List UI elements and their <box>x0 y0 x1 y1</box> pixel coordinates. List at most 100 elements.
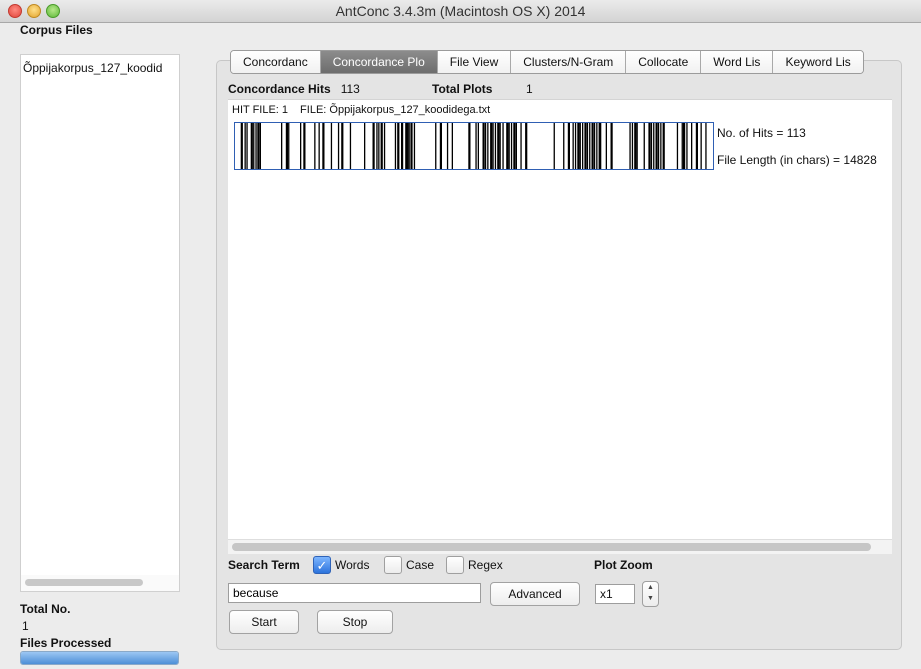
hit-mark[interactable] <box>407 123 409 169</box>
hit-mark[interactable] <box>439 123 442 169</box>
hit-mark[interactable] <box>410 123 413 169</box>
tab-clusters-ngram[interactable]: Clusters/N-Gram <box>511 51 627 73</box>
hit-mark[interactable] <box>376 123 378 169</box>
case-checkbox[interactable]: Case <box>384 556 434 574</box>
hit-mark[interactable] <box>584 123 587 169</box>
hit-mark[interactable] <box>686 123 688 169</box>
hit-plot-strip[interactable] <box>234 122 714 170</box>
corpus-file-item[interactable]: Õppijakorpus_127_koodid <box>21 55 179 75</box>
hit-mark[interactable] <box>314 123 316 169</box>
hit-mark[interactable] <box>490 123 493 169</box>
hit-mark[interactable] <box>705 123 707 169</box>
hit-mark[interactable] <box>629 123 631 169</box>
hit-mark[interactable] <box>572 123 574 169</box>
stepper-down-icon[interactable]: ▼ <box>643 593 658 604</box>
hit-mark[interactable] <box>683 123 686 169</box>
hit-mark[interactable] <box>605 123 607 169</box>
hit-mark[interactable] <box>525 123 528 169</box>
hit-mark[interactable] <box>634 123 637 169</box>
plot-scroll-thumb[interactable] <box>232 543 871 551</box>
hit-mark[interactable] <box>349 123 352 169</box>
case-check-icon[interactable] <box>384 556 402 574</box>
hit-mark[interactable] <box>468 123 471 169</box>
hit-mark[interactable] <box>499 123 501 169</box>
hit-mark[interactable] <box>681 123 683 169</box>
hit-mark[interactable] <box>285 123 288 169</box>
hit-mark[interactable] <box>596 123 598 169</box>
hit-mark[interactable] <box>487 123 489 169</box>
hit-mark[interactable] <box>435 123 437 169</box>
hit-mark[interactable] <box>322 123 325 169</box>
hit-mark[interactable] <box>240 123 243 169</box>
hit-mark[interactable] <box>413 123 416 169</box>
hit-mark[interactable] <box>563 123 565 169</box>
hit-mark[interactable] <box>513 123 516 169</box>
hit-mark[interactable] <box>259 123 261 169</box>
hit-mark[interactable] <box>497 123 500 169</box>
hit-mark[interactable] <box>610 123 613 169</box>
hit-mark[interactable] <box>636 123 638 169</box>
hit-mark[interactable] <box>520 123 522 169</box>
plot-horizontal-scrollbar[interactable] <box>228 539 892 554</box>
hit-mark[interactable] <box>380 123 383 169</box>
hit-mark[interactable] <box>574 123 577 169</box>
hit-mark[interactable] <box>492 123 494 169</box>
hit-mark[interactable] <box>593 123 596 169</box>
hit-mark[interactable] <box>579 123 581 169</box>
hit-mark[interactable] <box>405 123 408 169</box>
corpus-files-scroll-thumb[interactable] <box>25 579 143 586</box>
hit-mark[interactable] <box>506 123 509 169</box>
hit-mark[interactable] <box>660 123 662 169</box>
hit-mark[interactable] <box>589 123 591 169</box>
hit-mark[interactable] <box>700 123 702 169</box>
plot-zoom-stepper[interactable]: ▲ ▼ <box>642 581 659 607</box>
hit-mark[interactable] <box>695 123 698 169</box>
hit-mark[interactable] <box>508 123 510 169</box>
hit-mark[interactable] <box>288 123 290 169</box>
plot-zoom-field[interactable]: x1 <box>595 584 635 604</box>
tab-word-list[interactable]: Word Lis <box>701 51 774 73</box>
hit-mark[interactable] <box>318 123 320 169</box>
hit-mark[interactable] <box>397 123 400 169</box>
tab-file-view[interactable]: File View <box>437 51 512 73</box>
hit-mark[interactable] <box>446 123 449 169</box>
search-term-input[interactable] <box>228 583 481 603</box>
hit-mark[interactable] <box>378 123 380 169</box>
tab-concordance-plot[interactable]: Concordance Plo <box>320 51 438 73</box>
hit-mark[interactable] <box>300 123 302 169</box>
hit-mark[interactable] <box>250 123 253 169</box>
hit-mark[interactable] <box>253 123 255 169</box>
hit-mark[interactable] <box>364 123 366 169</box>
corpus-files-list[interactable]: Õppijakorpus_127_koodid <box>20 54 180 576</box>
hit-mark[interactable] <box>591 123 594 169</box>
hit-mark[interactable] <box>657 123 660 169</box>
hit-mark[interactable] <box>475 123 477 169</box>
hit-mark[interactable] <box>648 123 651 169</box>
hit-mark[interactable] <box>408 123 410 169</box>
regex-check-icon[interactable] <box>446 556 464 574</box>
hit-mark[interactable] <box>494 123 497 169</box>
hit-mark[interactable] <box>577 123 580 169</box>
hit-mark[interactable] <box>372 123 375 169</box>
hit-mark[interactable] <box>650 123 653 169</box>
hit-mark[interactable] <box>451 123 453 169</box>
stepper-up-icon[interactable]: ▲ <box>643 582 658 593</box>
hit-mark[interactable] <box>482 123 485 169</box>
hit-mark[interactable] <box>255 123 257 169</box>
words-checkbox[interactable]: ✓ Words <box>313 556 369 574</box>
hit-mark[interactable] <box>631 123 634 169</box>
hit-mark[interactable] <box>502 123 504 169</box>
hit-mark[interactable] <box>600 123 602 169</box>
hit-mark[interactable] <box>330 123 333 169</box>
hit-mark[interactable] <box>281 123 283 169</box>
tab-keyword-list[interactable]: Keyword Lis <box>773 51 863 73</box>
start-button[interactable]: Start <box>229 610 299 634</box>
hit-mark[interactable] <box>244 123 246 169</box>
hit-mark[interactable] <box>246 123 248 169</box>
hit-mark[interactable] <box>643 123 645 169</box>
hit-mark[interactable] <box>582 123 584 169</box>
hit-mark[interactable] <box>341 123 344 169</box>
stop-button[interactable]: Stop <box>317 610 393 634</box>
hit-mark[interactable] <box>401 123 404 169</box>
hit-mark[interactable] <box>676 123 679 169</box>
